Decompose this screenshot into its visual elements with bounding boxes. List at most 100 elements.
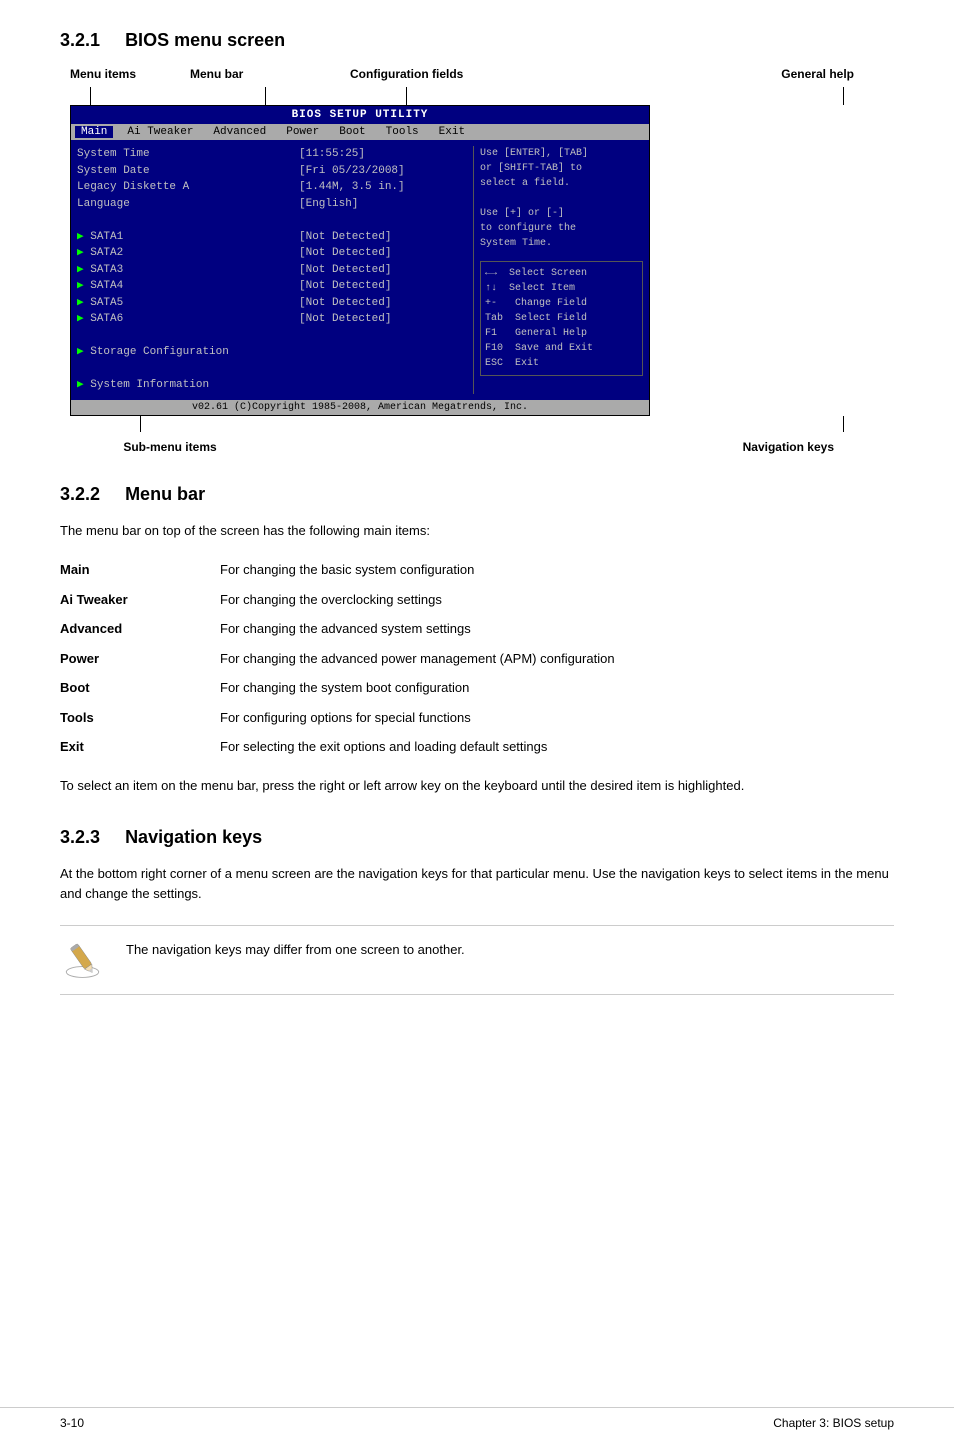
- bios-nav-esc: ESC Exit: [485, 356, 638, 371]
- section-322-title: Menu bar: [125, 484, 205, 504]
- navkeys-intro: At the bottom right corner of a menu scr…: [60, 864, 894, 906]
- bios-help-line6: System Time.: [480, 236, 643, 251]
- section-323-heading: 3.2.3 Navigation keys: [60, 827, 894, 848]
- bios-menu-tools: Tools: [380, 126, 425, 138]
- bios-item-system-date: System Date: [77, 163, 293, 180]
- bios-help-line1: Use [ENTER], [TAB]: [480, 146, 643, 161]
- menubar-footer-text: To select an item on the menu bar, press…: [60, 776, 894, 797]
- menubar-item-ai-tweaker-desc: For changing the overclocking settings: [220, 585, 894, 615]
- section-322-number: 3.2.2: [60, 484, 100, 504]
- label-submenu: Sub-menu items: [70, 440, 270, 454]
- bios-val-sata1: [Not Detected]: [299, 229, 473, 246]
- bios-right-panel: Use [ENTER], [TAB] or [SHIFT-TAB] to sel…: [473, 146, 643, 394]
- bios-title: BIOS SETUP UTILITY: [71, 106, 649, 124]
- note-box: The navigation keys may differ from one …: [60, 925, 894, 995]
- bios-menu-ai-tweaker: Ai Tweaker: [121, 126, 199, 138]
- menubar-item-tools-name: Tools: [60, 703, 220, 733]
- section-322: 3.2.2 Menu bar The menu bar on top of th…: [60, 484, 894, 797]
- menubar-item-ai-tweaker-name: Ai Tweaker: [60, 585, 220, 615]
- bios-val-sata6: [Not Detected]: [299, 311, 473, 328]
- menubar-item-boot-desc: For changing the system boot configurati…: [220, 673, 894, 703]
- bios-val-sata2: [Not Detected]: [299, 245, 473, 262]
- menubar-item-power-name: Power: [60, 644, 220, 674]
- bios-val-sata5: [Not Detected]: [299, 295, 473, 312]
- bios-item-legacy-diskette: Legacy Diskette A: [77, 179, 293, 196]
- label-menu-bar: Menu bar: [190, 67, 350, 81]
- menubar-row-power: Power For changing the advanced power ma…: [60, 644, 894, 674]
- bios-menubar: Main Ai Tweaker Advanced Power Boot Tool…: [71, 124, 649, 140]
- menubar-row-main: Main For changing the basic system confi…: [60, 555, 894, 585]
- label-navkeys: Navigation keys: [743, 440, 834, 454]
- section-323: 3.2.3 Navigation keys At the bottom righ…: [60, 827, 894, 996]
- bios-menu-power: Power: [280, 126, 325, 138]
- bios-nav-select-item: ↑↓ Select Item: [485, 281, 638, 296]
- section-321-number: 3.2.1: [60, 30, 100, 50]
- bios-val-sata3: [Not Detected]: [299, 262, 473, 279]
- menubar-item-power-desc: For changing the advanced power manageme…: [220, 644, 894, 674]
- menubar-row-ai-tweaker: Ai Tweaker For changing the overclocking…: [60, 585, 894, 615]
- menubar-item-advanced-name: Advanced: [60, 614, 220, 644]
- bios-center-panel: [11:55:25] [Fri 05/23/2008] [1.44M, 3.5 …: [293, 146, 473, 394]
- menubar-item-exit-name: Exit: [60, 732, 220, 762]
- note-icon: [60, 936, 110, 984]
- bios-nav-keys: ←→ Select Screen ↑↓ Select Item +- Chang…: [480, 261, 643, 376]
- menubar-item-main-desc: For changing the basic system configurat…: [220, 555, 894, 585]
- bios-content: System Time System Date Legacy Diskette …: [71, 140, 649, 400]
- diagram-bottom-labels: Sub-menu items Navigation keys: [60, 440, 894, 454]
- bios-val-diskette: [1.44M, 3.5 in.]: [299, 179, 473, 196]
- bios-footer: v02.61 (C)Copyright 1985-2008, American …: [71, 400, 649, 415]
- menubar-item-main-name: Main: [60, 555, 220, 585]
- bios-help-line5: to configure the: [480, 221, 643, 236]
- bios-left-panel: System Time System Date Legacy Diskette …: [77, 146, 293, 394]
- menubar-item-boot-name: Boot: [60, 673, 220, 703]
- bios-item-system-info: ▶ System Information: [77, 377, 293, 394]
- bios-help-line4: Use [+] or [-]: [480, 206, 643, 221]
- bios-item-sata2: ▶ SATA2: [77, 245, 293, 262]
- menubar-row-advanced: Advanced For changing the advanced syste…: [60, 614, 894, 644]
- section-323-number: 3.2.3: [60, 827, 100, 847]
- bios-nav-select-field: Tab Select Field: [485, 311, 638, 326]
- bios-item-sata3: ▶ SATA3: [77, 262, 293, 279]
- bios-val-language: [English]: [299, 196, 473, 213]
- bios-item-system-time: System Time: [77, 146, 293, 163]
- menubar-table: Main For changing the basic system confi…: [60, 555, 894, 762]
- menubar-item-advanced-desc: For changing the advanced system setting…: [220, 614, 894, 644]
- menubar-intro: The menu bar on top of the screen has th…: [60, 521, 894, 542]
- pencil-icon: [60, 936, 105, 981]
- bios-item-storage-config: ▶ Storage Configuration: [77, 344, 293, 361]
- footer-chapter: Chapter 3: BIOS setup: [773, 1416, 894, 1430]
- label-menu-items: Menu items: [70, 67, 190, 81]
- menubar-item-tools-desc: For configuring options for special func…: [220, 703, 894, 733]
- bios-screen: BIOS SETUP UTILITY Main Ai Tweaker Advan…: [70, 105, 650, 416]
- menubar-row-boot: Boot For changing the system boot config…: [60, 673, 894, 703]
- section-323-title: Navigation keys: [125, 827, 262, 847]
- bios-item-sata5: ▶ SATA5: [77, 295, 293, 312]
- bios-nav-select-screen: ←→ Select Screen: [485, 266, 638, 281]
- bios-menu-main: Main: [75, 126, 113, 138]
- bios-item-sata4: ▶ SATA4: [77, 278, 293, 295]
- bios-help-line3: select a field.: [480, 176, 643, 191]
- bios-nav-change-field: +- Change Field: [485, 296, 638, 311]
- bios-item-language: Language: [77, 196, 293, 213]
- bios-item-sata1: ▶ SATA1: [77, 229, 293, 246]
- label-config-fields: Configuration fields: [350, 67, 570, 81]
- diagram-top-labels: Menu items Menu bar Configuration fields…: [60, 67, 894, 81]
- note-text: The navigation keys may differ from one …: [126, 936, 465, 961]
- menubar-row-tools: Tools For configuring options for specia…: [60, 703, 894, 733]
- bios-val-date: [Fri 05/23/2008]: [299, 163, 473, 180]
- menubar-item-exit-desc: For selecting the exit options and loadi…: [220, 732, 894, 762]
- bios-menu-advanced: Advanced: [207, 126, 272, 138]
- section-321-title: BIOS menu screen: [125, 30, 285, 50]
- bios-val-time: [11:55:25]: [299, 146, 473, 163]
- label-general-help: General help: [781, 67, 854, 81]
- bios-diagram: Menu items Menu bar Configuration fields…: [60, 67, 894, 454]
- bios-nav-f1: F1 General Help: [485, 326, 638, 341]
- bios-menu-boot: Boot: [333, 126, 371, 138]
- bios-help-line2: or [SHIFT-TAB] to: [480, 161, 643, 176]
- bios-val-sata4: [Not Detected]: [299, 278, 473, 295]
- bios-nav-f10: F10 Save and Exit: [485, 341, 638, 356]
- menubar-row-exit: Exit For selecting the exit options and …: [60, 732, 894, 762]
- bios-menu-exit: Exit: [433, 126, 471, 138]
- footer-page-number: 3-10: [60, 1416, 84, 1430]
- section-321-heading: 3.2.1 BIOS menu screen: [60, 30, 894, 51]
